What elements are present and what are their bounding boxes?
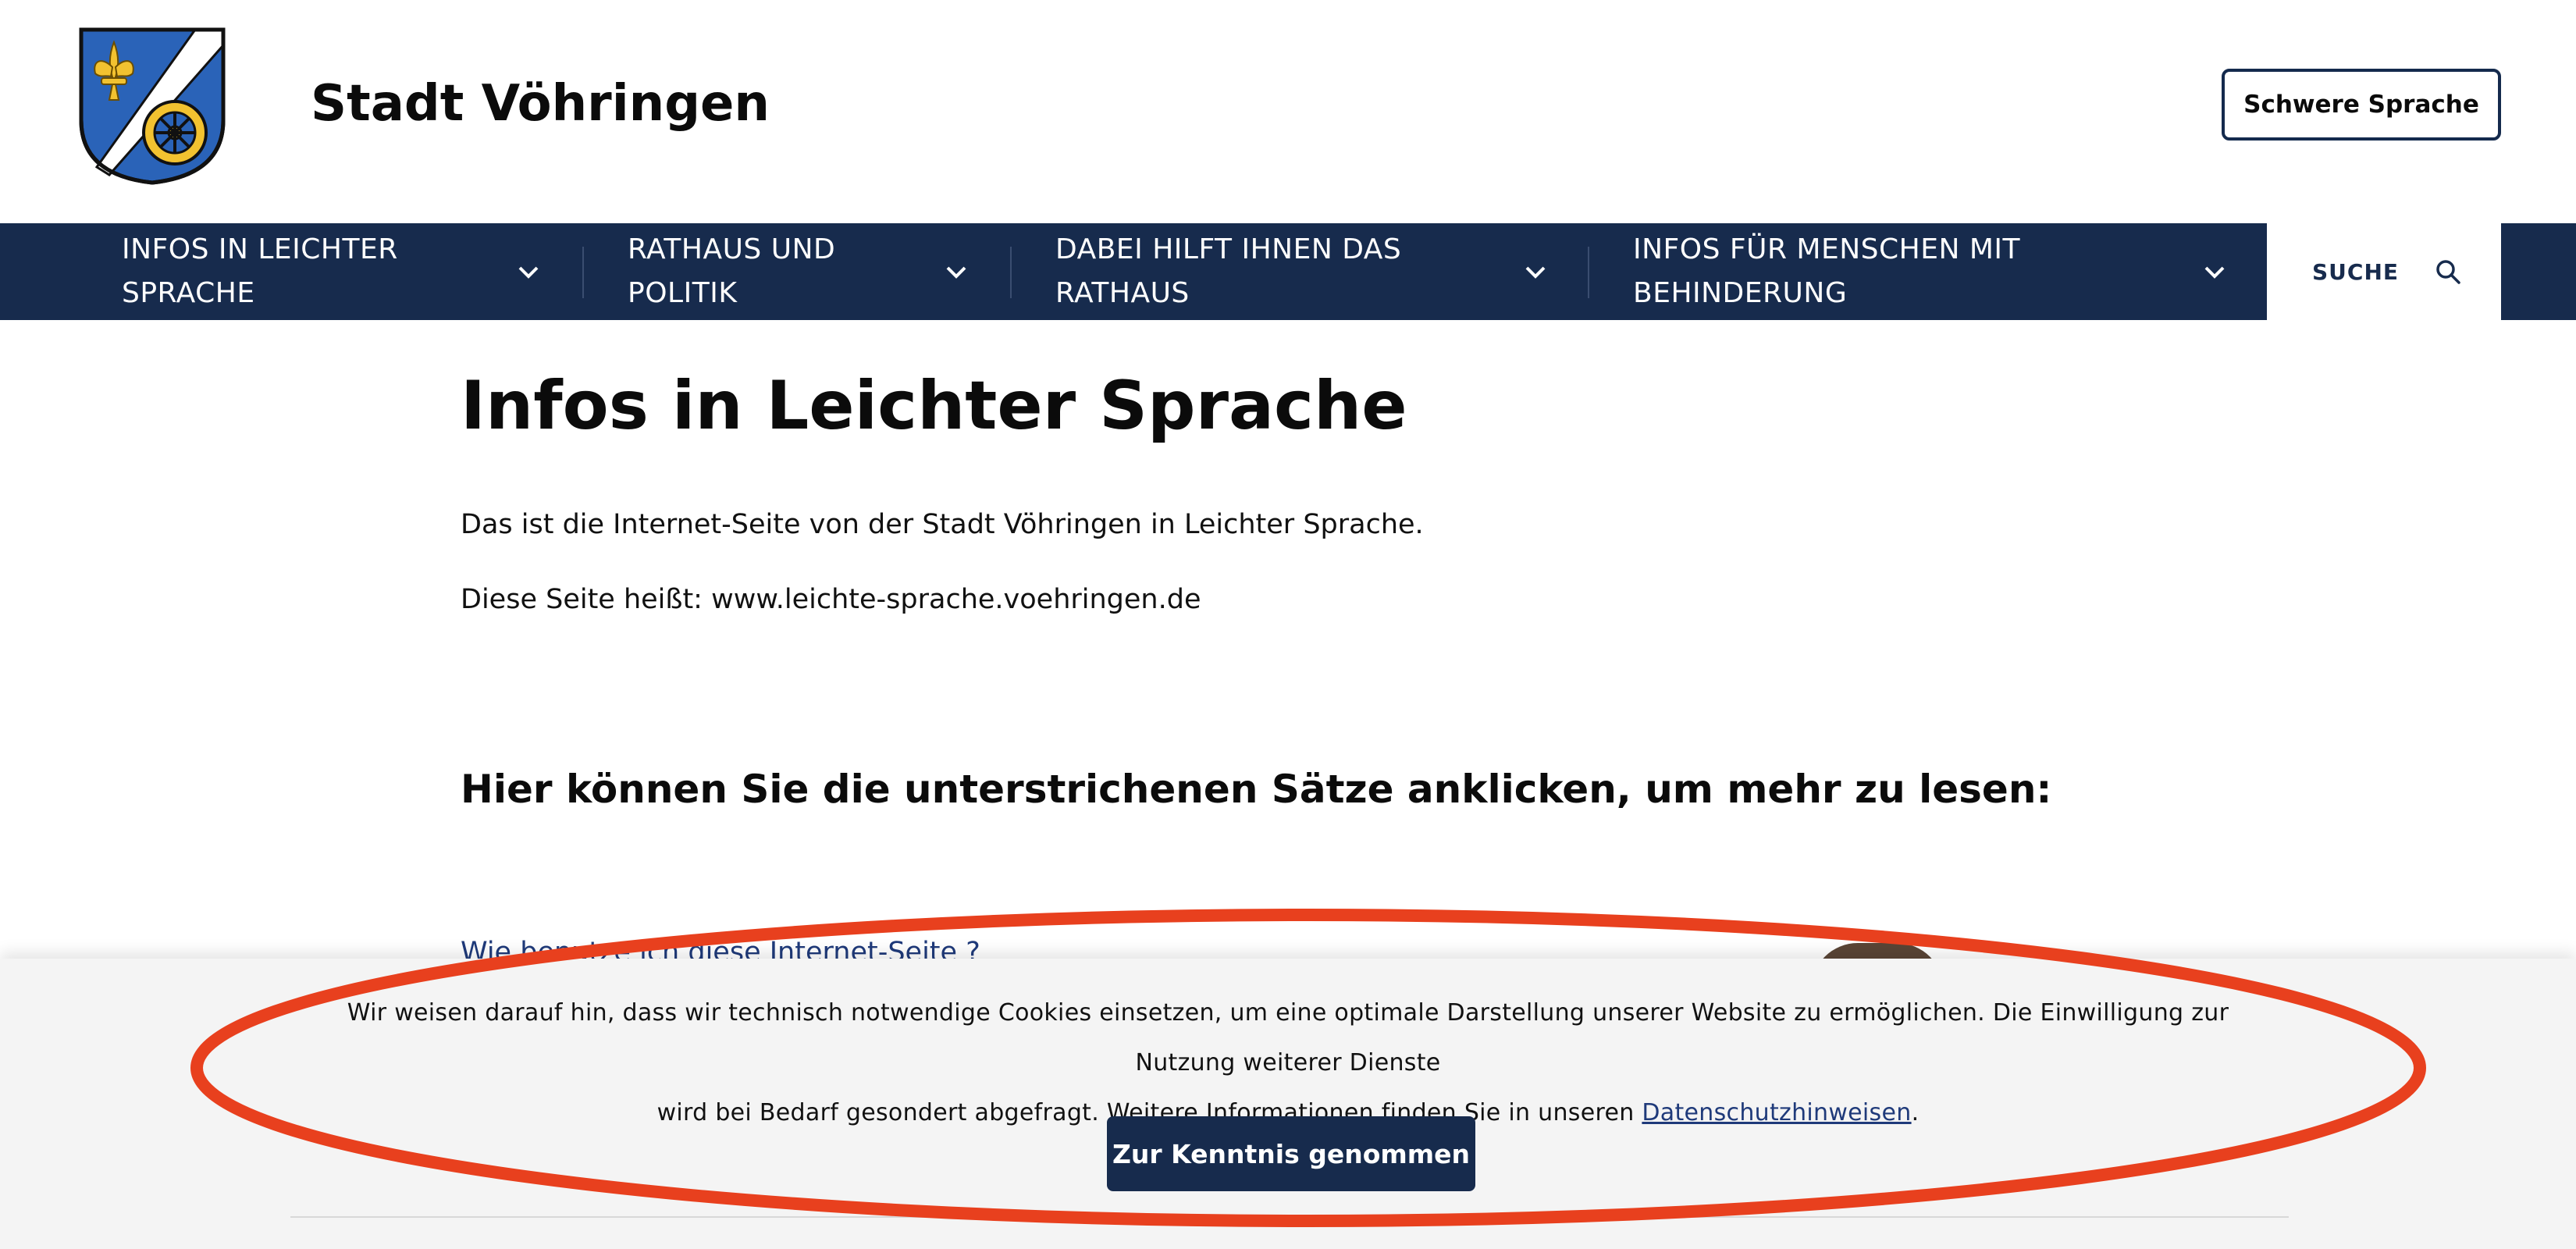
- nav-item-menschen-mit-behinderung[interactable]: INFOS FÜR MENSCHEN MIT BEHINDERUNG: [1633, 223, 2226, 320]
- site-address-paragraph: Diese Seite heißt: www.leichte-sprache.v…: [461, 584, 1201, 615]
- section-heading: Hier können Sie die unterstrichenen Sätz…: [461, 767, 2052, 812]
- site-header: Stadt Vöhringen Schwere Sprache: [0, 0, 2576, 223]
- nav-item-dabei-hilft-rathaus[interactable]: DABEI HILFT IHNEN DAS RATHAUS: [1055, 223, 1547, 320]
- language-switch-button[interactable]: Schwere Sprache: [2222, 69, 2501, 141]
- chevron-down-icon: [1525, 266, 1546, 279]
- nav-item-infos-leichte-sprache[interactable]: INFOS IN LEICHTER SPRACHE: [122, 223, 543, 320]
- chevron-down-icon: [518, 266, 539, 279]
- nav-item-rathaus-politik[interactable]: RATHAUS UND POLITIK: [628, 223, 971, 320]
- privacy-policy-link[interactable]: Datenschutzhinweisen: [1642, 1099, 1911, 1126]
- main-navigation: INFOS IN LEICHTER SPRACHE RATHAUS UND PO…: [0, 223, 2576, 320]
- chevron-down-icon: [2204, 266, 2225, 279]
- nav-item-label: INFOS IN LEICHTER SPRACHE: [122, 233, 398, 309]
- search-icon: [2436, 260, 2460, 284]
- nav-item-label: DABEI HILFT IHNEN DAS RATHAUS: [1055, 233, 1402, 309]
- search-button[interactable]: SUCHE: [2267, 223, 2501, 320]
- chevron-down-icon: [946, 266, 966, 279]
- site-title[interactable]: Stadt Vöhringen: [311, 75, 770, 133]
- coat-of-arms-logo[interactable]: [78, 27, 226, 186]
- nav-item-label: INFOS FÜR MENSCHEN MIT BEHINDERUNG: [1633, 233, 2020, 309]
- cookie-banner: Wir weisen darauf hin, dass wir technisc…: [0, 959, 2576, 1249]
- nav-item-label: RATHAUS UND POLITIK: [628, 233, 836, 309]
- search-label: SUCHE: [2312, 258, 2400, 285]
- page-title: Infos in Leichter Sprache: [461, 367, 1407, 445]
- intro-paragraph: Das ist die Internet-Seite von der Stadt…: [461, 509, 1424, 540]
- divider: [290, 1216, 2289, 1218]
- nav-separator: [582, 247, 584, 298]
- nav-separator: [1588, 247, 1589, 298]
- nav-separator: [1010, 247, 1012, 298]
- accept-cookies-button[interactable]: Zur Kenntnis genommen: [1107, 1116, 1475, 1191]
